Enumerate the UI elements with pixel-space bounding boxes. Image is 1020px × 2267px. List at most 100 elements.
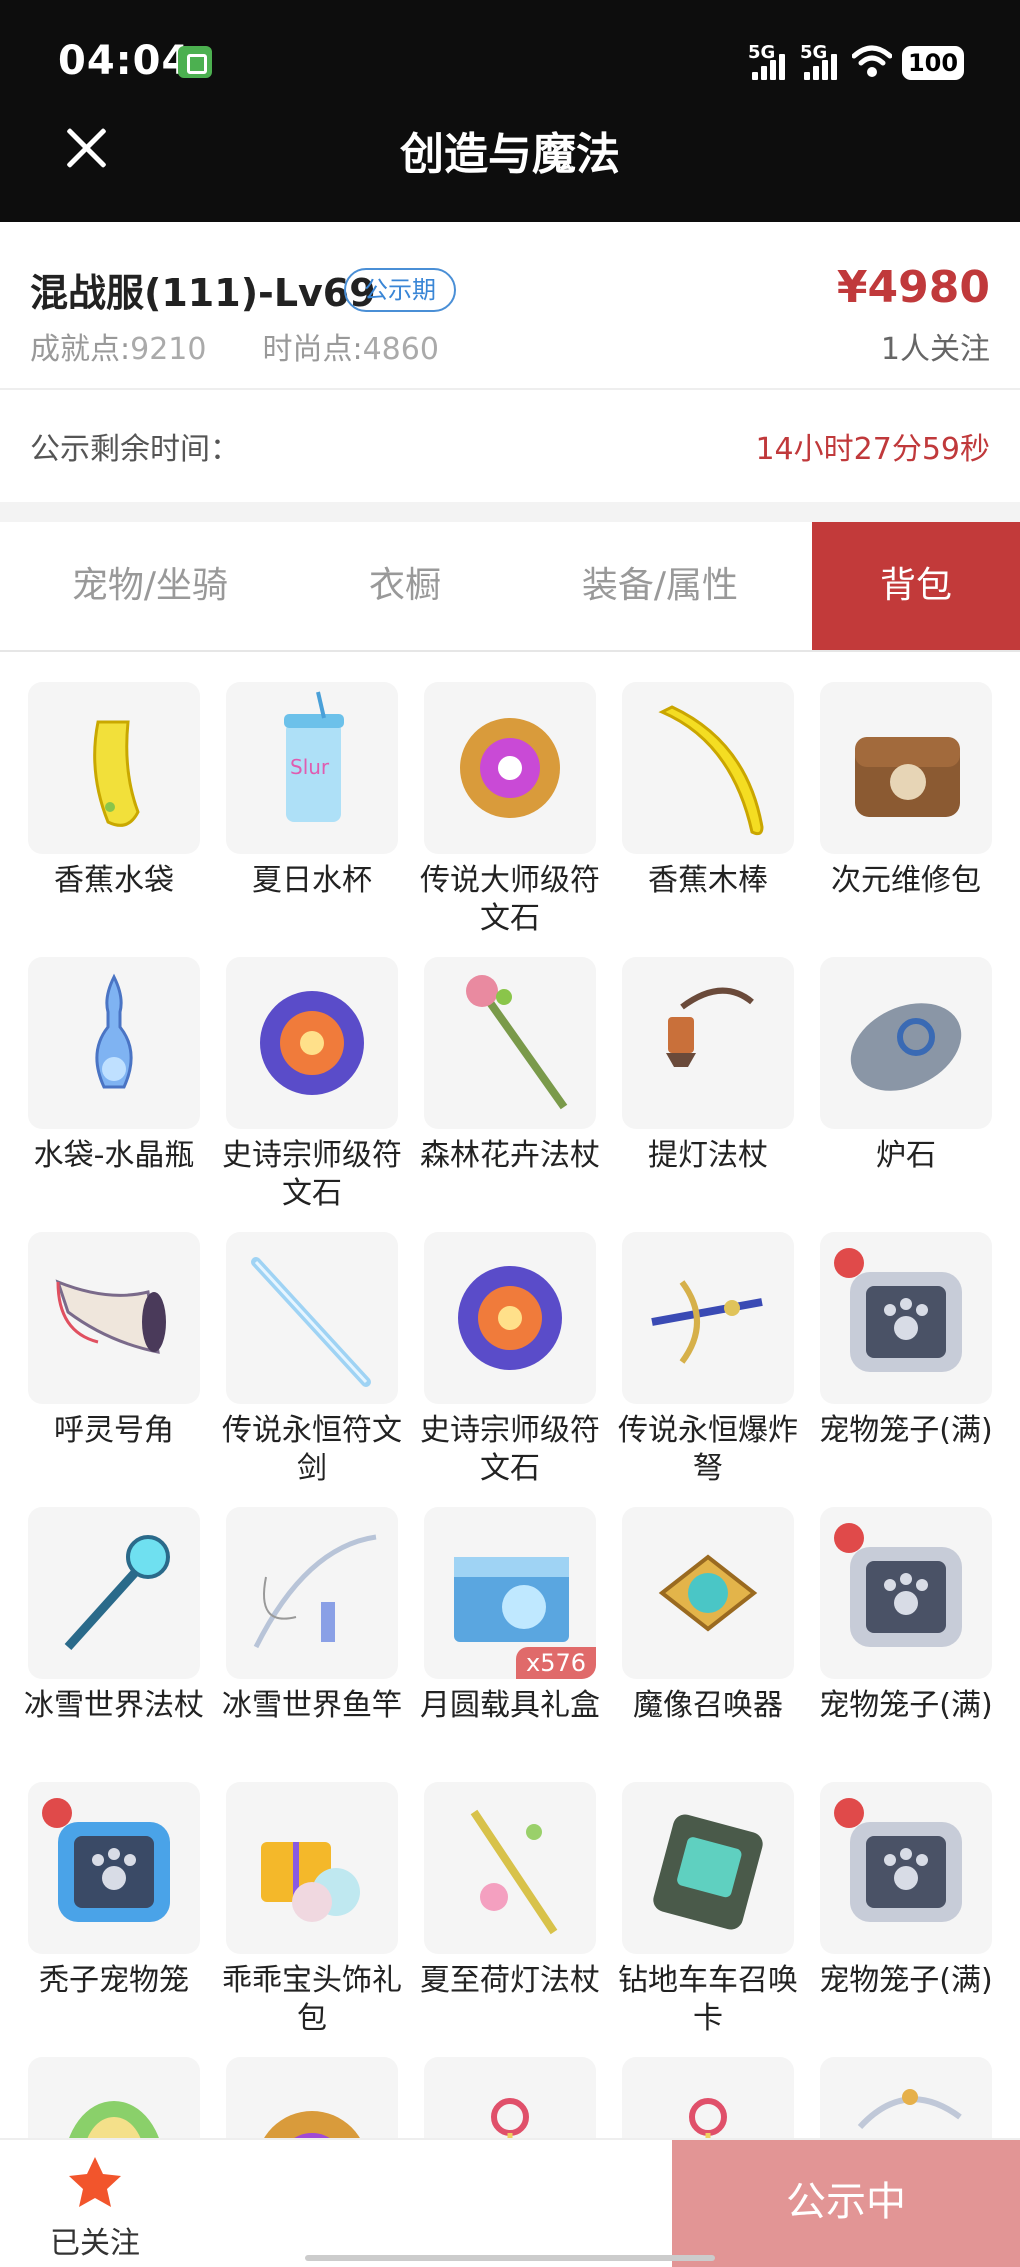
status-badge: 公示期 (344, 268, 456, 312)
repair-kit-icon (855, 737, 960, 817)
item-name: 魔像召唤器 (633, 1688, 783, 1723)
banana-stick-icon (658, 705, 764, 836)
item-thumbnail (226, 957, 398, 1129)
item-thumbnail (622, 1782, 794, 1954)
backpack-item[interactable]: 宠物笼子(满) (807, 1507, 1005, 1725)
backpack-item[interactable]: 钻地车车召唤卡 (609, 1782, 807, 2038)
backpack-item[interactable] (609, 2057, 807, 2138)
achievement-label: 成就点: (30, 332, 131, 367)
item-name: 次元维修包 (831, 863, 981, 898)
achievement-value: 9210 (130, 332, 207, 367)
backpack-item[interactable]: 冰雪世界鱼竿 (213, 1507, 411, 1725)
item-thumbnail (226, 2057, 398, 2138)
item-thumbnail (622, 682, 794, 854)
item-name: 月圆载具礼盒 (420, 1688, 600, 1723)
backpack-item[interactable]: 传说大师级符文石 (411, 682, 609, 938)
backpack-item[interactable]: 传说永恒爆炸弩 (609, 1232, 807, 1488)
item-thumbnail (424, 1782, 596, 1954)
publicity-status-button: 公示中 (672, 2140, 1020, 2267)
follow-button[interactable]: 已关注 (40, 2154, 150, 2262)
fishing-rod-icon (253, 1534, 377, 1649)
backpack-item[interactable]: 炉石 (807, 957, 1005, 1175)
backpack-item[interactable] (213, 2057, 411, 2138)
summer-cup-icon: Slur (284, 691, 344, 822)
egg-icon (69, 2101, 159, 2138)
listing-stats: 成就点:9210 时尚点:4860 (30, 324, 439, 368)
item-name: 秃子宠物笼 (39, 1963, 189, 1998)
backpack-item[interactable]: 乖乖宝头饰礼包 (213, 1782, 411, 2038)
backpack-item[interactable]: 水袋-水晶瓶 (15, 957, 213, 1175)
item-name: 宠物笼子(满) (819, 1688, 993, 1723)
backpack-item[interactable]: 宠物笼子(满) (807, 1782, 1005, 2000)
item-name: 水袋-水晶瓶 (33, 1138, 195, 1173)
home-indicator (305, 2255, 715, 2261)
tab-backpack[interactable]: 背包 (812, 522, 1020, 650)
backpack-item[interactable]: 香蕉水袋 (15, 682, 213, 900)
backpack-item[interactable]: 宠物笼子(满) (807, 1232, 1005, 1450)
star-icon (69, 2157, 121, 2207)
item-name: 炉石 (876, 1138, 936, 1173)
item-thumbnail (424, 957, 596, 1129)
backpack-item[interactable]: 次元维修包 (807, 682, 1005, 900)
rune-stone-icon (264, 2111, 360, 2138)
top-bar: 04:04 5G 5G 100 创造与魔法 (0, 0, 1020, 222)
backpack-item[interactable] (15, 2057, 213, 2138)
item-thumbnail (622, 957, 794, 1129)
backpack-item[interactable]: 史诗宗师级符文石 (411, 1232, 609, 1488)
backpack-item[interactable]: 提灯法杖 (609, 957, 807, 1175)
signal-bars-icon (804, 52, 840, 80)
item-name: 森林花卉法杖 (420, 1138, 600, 1173)
item-thumbnail (820, 2057, 992, 2138)
item-thumbnail (28, 1232, 200, 1404)
item-name: 传说永恒爆炸弩 (618, 1413, 798, 1486)
item-name: 香蕉木棒 (648, 863, 768, 898)
golem-summoner-icon (658, 1554, 758, 1632)
item-thumbnail (820, 957, 992, 1129)
battery-icon: 100 (902, 46, 964, 80)
item-thumbnail (28, 1782, 200, 1954)
backpack-item[interactable]: 秃子宠物笼 (15, 1782, 213, 2000)
headwear-gift-icon (261, 1842, 360, 1922)
tab-bar: 宠物/坐骑 衣橱 装备/属性 背包 (0, 522, 1020, 652)
item-thumbnail (226, 1232, 398, 1404)
fashion-label: 时尚点: (262, 332, 363, 367)
tab-pets-mounts[interactable]: 宠物/坐骑 (0, 522, 300, 650)
paw-badge-icon (834, 1248, 864, 1278)
clock: 04:04 (58, 38, 191, 84)
tab-wardrobe[interactable]: 衣橱 (300, 522, 510, 650)
battery-saver-icon (178, 46, 212, 78)
item-thumbnail (622, 2057, 794, 2138)
backpack-item[interactable]: 冰雪世界法杖 (15, 1507, 213, 1725)
item-thumbnail (424, 2057, 596, 2138)
item-thumbnail (820, 1507, 992, 1679)
item-thumbnail (424, 682, 596, 854)
item-name: 史诗宗师级符文石 (420, 1413, 600, 1486)
tab-equipment[interactable]: 装备/属性 (510, 522, 810, 650)
item-name: 传说永恒符文剑 (222, 1413, 402, 1486)
price: ¥4980 (836, 262, 990, 313)
rune-sword-icon (251, 1257, 371, 1387)
bow-icon (857, 2089, 962, 2130)
backpack-item[interactable]: 森林花卉法杖 (411, 957, 609, 1175)
paw-badge-icon (834, 1798, 864, 1828)
item-thumbnail (820, 1232, 992, 1404)
backpack-item[interactable]: 传说永恒符文剑 (213, 1232, 411, 1488)
item-thumbnail (424, 1232, 596, 1404)
backpack-item[interactable]: x576 月圆载具礼盒 (411, 1507, 609, 1725)
item-name: 宠物笼子(满) (819, 1963, 993, 1998)
backpack-item[interactable]: 魔像召唤器 (609, 1507, 807, 1725)
svg-text:Slur: Slur (290, 755, 330, 779)
backpack-item[interactable]: 呼灵号角 (15, 1232, 213, 1450)
backpack-item[interactable]: Slur 夏日水杯 (213, 682, 411, 900)
backpack-grid: 香蕉水袋 Slur 夏日水杯 传说大师级符文石 香蕉木棒 次元维修包 水袋-水晶瓶 史诗宗师级… (0, 652, 1020, 2138)
backpack-item[interactable] (807, 2057, 1005, 2138)
backpack-item[interactable]: 香蕉木棒 (609, 682, 807, 900)
item-thumbnail (622, 1232, 794, 1404)
backpack-item[interactable]: 史诗宗师级符文石 (213, 957, 411, 1213)
item-thumbnail (28, 682, 200, 854)
backpack-item[interactable] (411, 2057, 609, 2138)
backpack-item[interactable]: 夏至荷灯法杖 (411, 1782, 609, 2000)
item-name: 呼灵号角 (54, 1413, 174, 1448)
crystal-bottle-icon (95, 973, 133, 1089)
item-thumbnail (820, 682, 992, 854)
